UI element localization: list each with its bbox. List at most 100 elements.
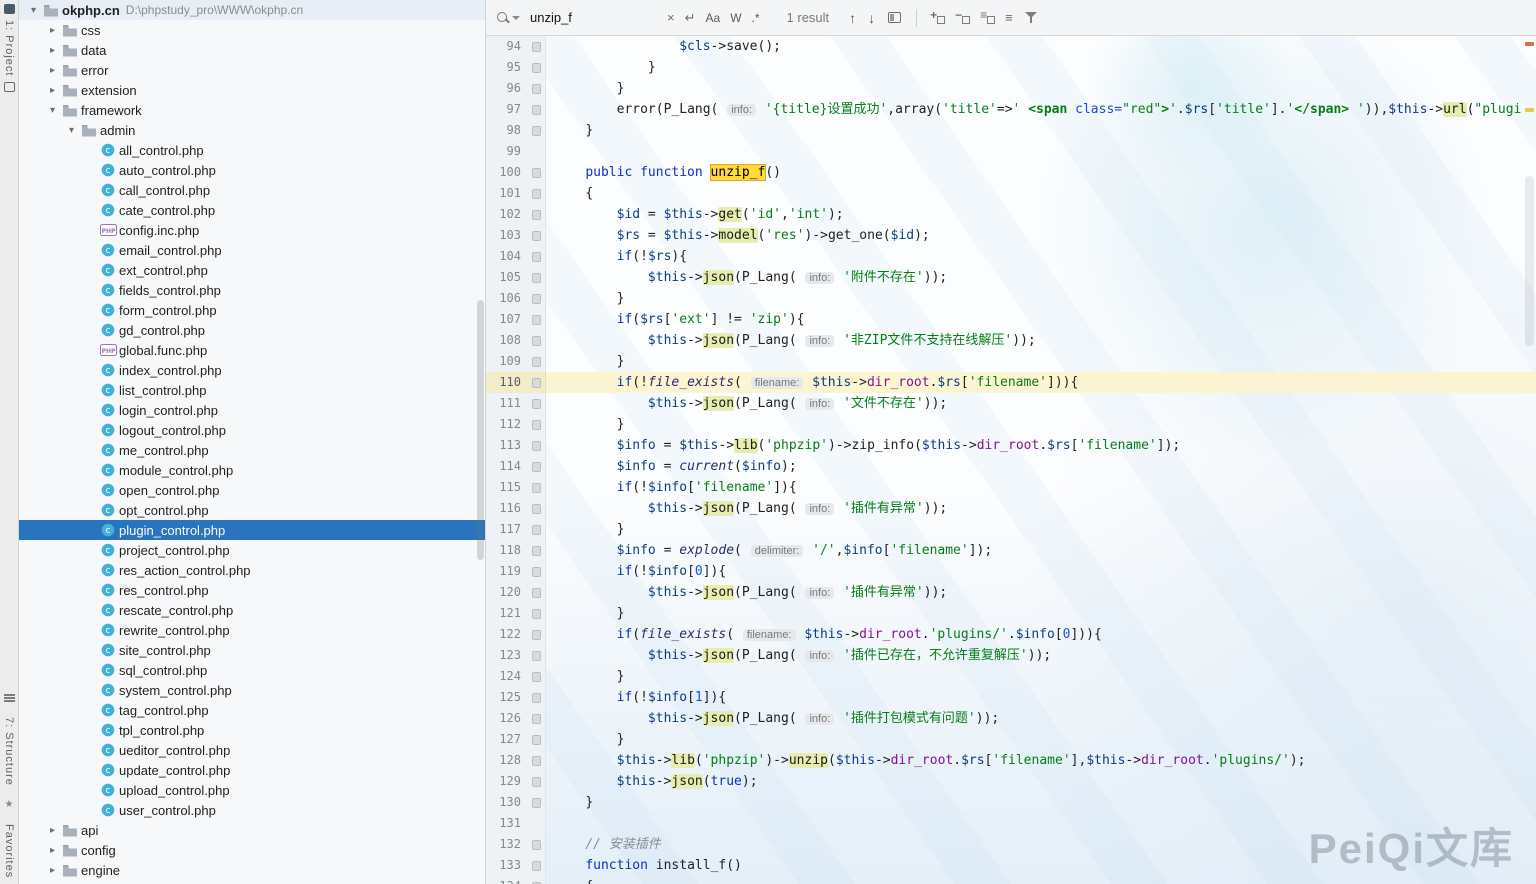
line-number[interactable]: 122 <box>486 624 528 645</box>
code-text[interactable]: } <box>546 57 656 78</box>
gutter-cell[interactable] <box>528 813 546 834</box>
gutter-mark-icon[interactable] <box>532 252 541 262</box>
tree-item-login-control-php[interactable]: clogin_control.php <box>19 400 485 420</box>
gutter-mark-icon[interactable] <box>532 105 541 115</box>
gutter-cell[interactable] <box>528 183 546 204</box>
code-line-130[interactable]: 130 } <box>486 792 1536 813</box>
open-in-find-window-icon[interactable] <box>888 12 901 23</box>
line-number[interactable]: 110 <box>486 372 528 393</box>
code-text[interactable]: $info = current($info); <box>546 456 797 477</box>
tree-item-me-control-php[interactable]: cme_control.php <box>19 440 485 460</box>
remove-occurrence-icon[interactable]: − <box>955 11 970 24</box>
line-number[interactable]: 123 <box>486 645 528 666</box>
code-text[interactable] <box>546 813 554 834</box>
line-number[interactable]: 105 <box>486 267 528 288</box>
gutter-cell[interactable] <box>528 288 546 309</box>
gutter-cell[interactable] <box>528 645 546 666</box>
code-text[interactable]: $id = $this->get('id','int'); <box>546 204 844 225</box>
line-number[interactable]: 107 <box>486 309 528 330</box>
gutter-mark-icon[interactable] <box>532 210 541 220</box>
gutter-mark-icon[interactable] <box>532 609 541 619</box>
chevron-right-icon[interactable]: ▸ <box>44 45 61 56</box>
gutter-cell[interactable] <box>528 225 546 246</box>
line-number[interactable]: 114 <box>486 456 528 477</box>
line-number[interactable]: 126 <box>486 708 528 729</box>
code-line-114[interactable]: 114 $info = current($info); <box>486 456 1536 477</box>
line-number[interactable]: 108 <box>486 330 528 351</box>
code-text[interactable]: if(file_exists( filename: $this->dir_roo… <box>546 624 1102 645</box>
gutter-mark-icon[interactable] <box>532 63 541 73</box>
editor-error-stripe[interactable] <box>1523 36 1536 884</box>
tree-item-ueditor-control-php[interactable]: cueditor_control.php <box>19 740 485 760</box>
gutter-cell[interactable] <box>528 456 546 477</box>
line-number[interactable]: 125 <box>486 687 528 708</box>
gutter-mark-icon[interactable] <box>532 777 541 787</box>
line-number[interactable]: 109 <box>486 351 528 372</box>
tree-item-project-control-php[interactable]: cproject_control.php <box>19 540 485 560</box>
chevron-right-icon[interactable]: ▸ <box>44 85 61 96</box>
tree-item-fields-control-php[interactable]: cfields_control.php <box>19 280 485 300</box>
code-line-115[interactable]: 115 if(!$info['filename']){ <box>486 477 1536 498</box>
tree-item-engine[interactable]: ▸engine <box>19 860 485 880</box>
gutter-mark-icon[interactable] <box>532 798 541 808</box>
line-number[interactable]: 96 <box>486 78 528 99</box>
code-text[interactable]: if($rs['ext'] != 'zip'){ <box>546 309 805 330</box>
code-text[interactable]: $rs = $this->model('res')->get_one($id); <box>546 225 930 246</box>
code-line-133[interactable]: 133 function install_f() <box>486 855 1536 876</box>
line-number[interactable]: 111 <box>486 393 528 414</box>
code-line-132[interactable]: 132 // 安装插件 <box>486 834 1536 855</box>
code-line-107[interactable]: 107 if($rs['ext'] != 'zip'){ <box>486 309 1536 330</box>
code-line-94[interactable]: 94 $cls->save(); <box>486 36 1536 57</box>
line-number[interactable]: 132 <box>486 834 528 855</box>
code-line-131[interactable]: 131 <box>486 813 1536 834</box>
code-line-118[interactable]: 118 $info = explode( delimiter: '/',$inf… <box>486 540 1536 561</box>
line-number[interactable]: 98 <box>486 120 528 141</box>
search-options-icon[interactable]: ≡ <box>1000 10 1018 25</box>
line-number[interactable]: 128 <box>486 750 528 771</box>
code-text[interactable]: function install_f() <box>546 855 742 876</box>
line-number[interactable]: 112 <box>486 414 528 435</box>
tree-item-css[interactable]: ▸css <box>19 20 485 40</box>
tree-item-api[interactable]: ▸api <box>19 820 485 840</box>
code-line-134[interactable]: 134 { <box>486 876 1536 884</box>
line-number[interactable]: 129 <box>486 771 528 792</box>
tree-item-auto-control-php[interactable]: cauto_control.php <box>19 160 485 180</box>
gutter-mark-icon[interactable] <box>532 714 541 724</box>
line-number[interactable]: 124 <box>486 666 528 687</box>
chevron-right-icon[interactable]: ▸ <box>44 865 61 876</box>
gutter-mark-icon[interactable] <box>532 525 541 535</box>
code-text[interactable]: { <box>546 876 593 884</box>
match-case-toggle[interactable]: Aa <box>701 10 726 26</box>
gutter-cell[interactable] <box>528 561 546 582</box>
tree-item-cate-control-php[interactable]: ccate_control.php <box>19 200 485 220</box>
gutter-cell[interactable] <box>528 855 546 876</box>
code-line-110[interactable]: 110 if(!file_exists( filename: $this->di… <box>486 372 1536 393</box>
line-number[interactable]: 117 <box>486 519 528 540</box>
line-number[interactable]: 94 <box>486 36 528 57</box>
code-text[interactable]: $this->json(P_Lang( info: '插件打包模式有问题')); <box>546 708 999 729</box>
code-line-96[interactable]: 96 } <box>486 78 1536 99</box>
code-text[interactable]: } <box>546 603 624 624</box>
chevron-down-icon[interactable]: ▾ <box>25 5 42 16</box>
code-text[interactable]: $this->json(P_Lang( info: '非ZIP文件不支持在线解压… <box>546 330 1036 351</box>
code-line-102[interactable]: 102 $id = $this->get('id','int'); <box>486 204 1536 225</box>
gutter-cell[interactable] <box>528 120 546 141</box>
gutter-cell[interactable] <box>528 540 546 561</box>
gutter-mark-icon[interactable] <box>532 861 541 871</box>
code-text[interactable]: } <box>546 729 624 750</box>
line-number[interactable]: 106 <box>486 288 528 309</box>
regex-toggle[interactable]: .* <box>747 10 765 26</box>
gutter-mark-icon[interactable] <box>532 840 541 850</box>
gutter-cell[interactable] <box>528 750 546 771</box>
line-number[interactable]: 133 <box>486 855 528 876</box>
tree-item-logout-control-php[interactable]: clogout_control.php <box>19 420 485 440</box>
code-text[interactable]: $this->lib('phpzip')->unzip($this->dir_r… <box>546 750 1306 771</box>
tree-item-all-control-php[interactable]: call_control.php <box>19 140 485 160</box>
toolwindow-structure-tab[interactable]: 7: Structure <box>3 717 15 786</box>
code-text[interactable]: if(!$info['filename']){ <box>546 477 797 498</box>
gutter-mark-icon[interactable] <box>532 336 541 346</box>
code-text[interactable]: $this->json(P_Lang( info: '插件有异常')); <box>546 498 947 519</box>
gutter-mark-icon[interactable] <box>532 189 541 199</box>
tree-item-ext-control-php[interactable]: cext_control.php <box>19 260 485 280</box>
code-text[interactable]: $cls->save(); <box>546 36 781 57</box>
